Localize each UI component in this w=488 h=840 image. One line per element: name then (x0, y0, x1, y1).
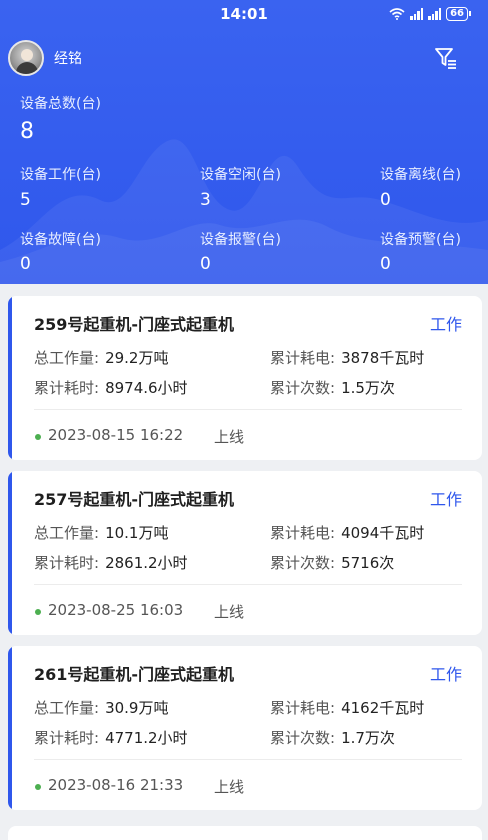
count-field: 累计次数: 5716次 (270, 552, 394, 573)
online-status-dot (35, 609, 41, 615)
total-devices-value: 8 (20, 119, 34, 144)
device-name: 259号起重机-门座式起重机 (34, 315, 235, 334)
hours-field: 累计耗时: 4771.2小时 (34, 727, 188, 748)
device-status: 工作 (429, 665, 462, 684)
hours-field: 累计耗时: 8974.6小时 (34, 377, 188, 398)
total-work-value: 29.2万吨 (105, 349, 169, 367)
hours-field: 累计耗时: 2861.2小时 (34, 552, 188, 573)
energy-label: 累计耗电: (270, 349, 336, 367)
card-divider (34, 409, 462, 410)
count-label: 累计次数: (270, 729, 336, 747)
device-name: 261号起重机-门座式起重机 (34, 665, 235, 684)
device-status: 工作 (429, 490, 462, 509)
online-time: 2023-08-16 21:33 (48, 776, 184, 794)
count-field: 累计次数: 1.5万次 (270, 377, 395, 398)
total-work-field: 总工作量: 10.1万吨 (34, 522, 168, 543)
card-accent-bar (8, 646, 12, 810)
energy-label: 累计耗电: (270, 699, 336, 717)
user-info[interactable]: 经铭 (8, 40, 82, 76)
energy-field: 累计耗电: 4162千瓦时 (270, 697, 424, 718)
energy-field: 累计耗电: 3878千瓦时 (270, 347, 424, 368)
total-work-field: 总工作量: 30.9万吨 (34, 697, 168, 718)
total-work-value: 30.9万吨 (105, 699, 169, 717)
status-icons: 66 (389, 7, 471, 21)
idle-label: 设备空闲(台) (200, 167, 281, 183)
alarm-label: 设备报警(台) (200, 232, 281, 248)
battery-icon: 66 (446, 7, 471, 21)
online-status-text: 上线 (214, 778, 245, 796)
count-label: 累计次数: (270, 379, 336, 397)
count-value: 1.5万次 (341, 379, 395, 397)
card-accent-bar (8, 296, 12, 460)
card-divider (34, 759, 462, 760)
signal-icon (428, 8, 442, 20)
energy-value: 3878千瓦时 (341, 349, 425, 367)
signal-icon (410, 8, 424, 20)
offline-label: 设备离线(台) (380, 167, 461, 183)
device-card[interactable]: 257号起重机-门座式起重机 工作 总工作量: 10.1万吨 累计耗电: 4094千… (8, 471, 482, 635)
online-status-dot (35, 434, 41, 440)
hours-value: 8974.6小时 (105, 379, 188, 397)
count-value: 1.7万次 (341, 729, 395, 747)
energy-value: 4094千瓦时 (341, 524, 425, 542)
offline-value: 0 (380, 190, 391, 210)
count-field: 累计次数: 1.7万次 (270, 727, 395, 748)
warning-value: 0 (380, 254, 391, 274)
hours-label: 累计耗时: (34, 379, 100, 397)
device-status: 工作 (429, 315, 462, 334)
online-status-text: 上线 (214, 603, 245, 621)
fault-value: 0 (20, 254, 31, 274)
online-status-text: 上线 (214, 428, 245, 446)
hours-value: 4771.2小时 (105, 729, 188, 747)
energy-field: 累计耗电: 4094千瓦时 (270, 522, 424, 543)
idle-value: 3 (200, 190, 211, 210)
online-status-dot (35, 784, 41, 790)
next-device-card-peek[interactable] (8, 826, 482, 840)
online-time: 2023-08-25 16:03 (48, 601, 184, 619)
working-label: 设备工作(台) (20, 167, 101, 183)
working-value: 5 (20, 190, 31, 210)
filter-icon[interactable] (434, 46, 458, 70)
card-accent-bar (8, 471, 12, 635)
card-divider (34, 584, 462, 585)
total-devices-label: 设备总数(台) (20, 96, 101, 112)
alarm-value: 0 (200, 254, 211, 274)
total-work-label: 总工作量: (34, 349, 100, 367)
count-label: 累计次数: (270, 554, 336, 572)
hours-label: 累计耗时: (34, 729, 100, 747)
energy-label: 累计耗电: (270, 524, 336, 542)
user-name: 经铭 (54, 51, 82, 67)
energy-value: 4162千瓦时 (341, 699, 425, 717)
device-card[interactable]: 259号起重机-门座式起重机 工作 总工作量: 29.2万吨 累计耗电: 3878千… (8, 296, 482, 460)
device-card[interactable]: 261号起重机-门座式起重机 工作 总工作量: 30.9万吨 累计耗电: 4162千… (8, 646, 482, 810)
warning-label: 设备预警(台) (380, 232, 461, 248)
hours-value: 2861.2小时 (105, 554, 188, 572)
fault-label: 设备故障(台) (20, 232, 101, 248)
online-time: 2023-08-15 16:22 (48, 426, 184, 444)
total-work-label: 总工作量: (34, 699, 100, 717)
avatar[interactable] (8, 40, 44, 76)
total-work-value: 10.1万吨 (105, 524, 169, 542)
count-value: 5716次 (341, 554, 395, 572)
total-work-label: 总工作量: (34, 524, 100, 542)
hours-label: 累计耗时: (34, 554, 100, 572)
summary-header: 14:01 66 经铭 设备总数(台) 8 设备工作(台) 5 设备空闲(台) … (0, 0, 488, 284)
total-work-field: 总工作量: 29.2万吨 (34, 347, 168, 368)
status-bar: 14:01 66 (0, 0, 488, 32)
wifi-icon (389, 8, 405, 20)
device-name: 257号起重机-门座式起重机 (34, 490, 235, 509)
